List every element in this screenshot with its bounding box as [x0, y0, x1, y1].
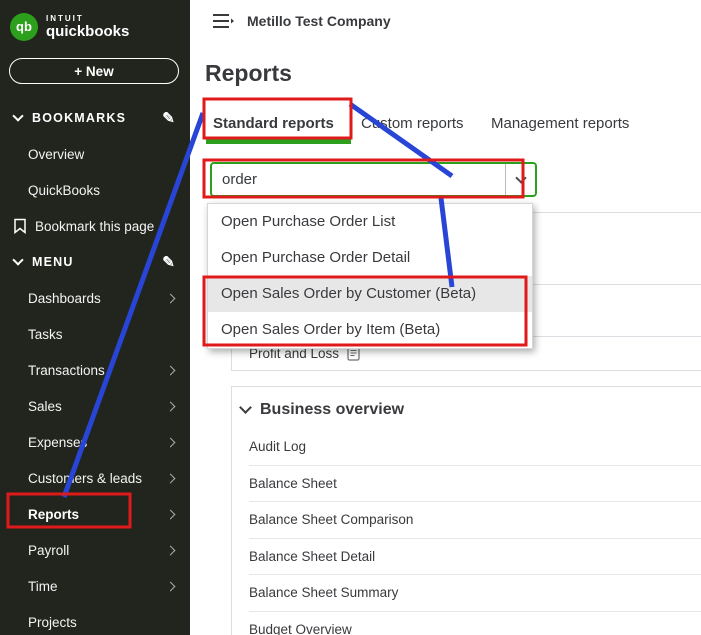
- business-overview-list: Audit Log Balance Sheet Balance Sheet Co…: [232, 429, 701, 635]
- bookmarks-section-header[interactable]: BOOKMARKS ✎: [0, 100, 190, 136]
- sidebar-item-label: Overview: [28, 147, 84, 162]
- chevron-down-icon: [12, 110, 23, 121]
- sidebar-item-label: Customers & leads: [28, 471, 142, 486]
- chevron-down-icon: [239, 401, 252, 414]
- page-title: Reports: [205, 60, 292, 87]
- sidebar-item-expenses[interactable]: Expenses: [0, 424, 190, 460]
- menu-section-header[interactable]: MENU ✎: [0, 244, 190, 280]
- sidebar-item-tasks[interactable]: Tasks: [0, 316, 190, 352]
- brand-intuit-label: INTUIT: [46, 15, 129, 23]
- tab-custom-reports[interactable]: Custom reports: [361, 115, 464, 132]
- business-overview-title: Business overview: [260, 401, 404, 419]
- active-tab-underline: [206, 139, 351, 144]
- sidebar-item-dashboards[interactable]: Dashboards: [0, 280, 190, 316]
- business-overview-header[interactable]: Business overview: [232, 397, 701, 423]
- sidebar-item-label: Payroll: [28, 543, 69, 558]
- edit-pencil-icon[interactable]: ✎: [162, 111, 176, 126]
- report-link-audit-log[interactable]: Audit Log: [249, 429, 701, 466]
- sidebar-item-label: Reports: [28, 507, 79, 522]
- sidebar-item-payroll[interactable]: Payroll: [0, 532, 190, 568]
- dropdown-option-open-purchase-order-detail[interactable]: Open Purchase Order Detail: [208, 240, 532, 276]
- report-link-budget-overview[interactable]: Budget Overview: [249, 612, 701, 635]
- edit-pencil-icon[interactable]: ✎: [162, 255, 176, 270]
- sidebar-item-label: Expenses: [28, 435, 87, 450]
- report-link-balance-sheet-summary[interactable]: Balance Sheet Summary: [249, 575, 701, 612]
- report-search-input[interactable]: order: [210, 162, 537, 197]
- dropdown-option-open-sales-order-by-item[interactable]: Open Sales Order by Item (Beta): [208, 312, 532, 348]
- sidebar-item-projects[interactable]: Projects: [0, 604, 190, 635]
- sidebar-item-label: Dashboards: [28, 291, 101, 306]
- combobox-arrow-button[interactable]: [505, 164, 535, 195]
- sidebar-item-overview[interactable]: Overview: [0, 136, 190, 172]
- chevron-down-icon: [515, 172, 526, 183]
- chevron-down-icon: [12, 254, 23, 265]
- new-button[interactable]: + New: [9, 58, 179, 84]
- sidebar: qb INTUIT quickbooks + New BOOKMARKS ✎ O…: [0, 0, 190, 635]
- chevron-right-icon: [166, 365, 176, 375]
- brand-text: INTUIT quickbooks: [46, 15, 129, 39]
- dropdown-option-open-purchase-order-list[interactable]: Open Purchase Order List: [208, 204, 532, 240]
- sidebar-item-transactions[interactable]: Transactions: [0, 352, 190, 388]
- brand-product-label: quickbooks: [46, 24, 129, 39]
- chevron-right-icon: [166, 581, 176, 591]
- sidebar-item-sales[interactable]: Sales: [0, 388, 190, 424]
- chevron-right-icon: [166, 437, 176, 447]
- report-search-value: order: [212, 171, 257, 188]
- report-link-balance-sheet[interactable]: Balance Sheet: [249, 466, 701, 503]
- sidebar-item-label: Sales: [28, 399, 62, 414]
- report-link-balance-sheet-comparison[interactable]: Balance Sheet Comparison: [249, 502, 701, 539]
- qb-logo-icon: qb: [10, 13, 38, 41]
- app-window: qb INTUIT quickbooks + New BOOKMARKS ✎ O…: [0, 0, 701, 635]
- chevron-right-icon: [166, 401, 176, 411]
- sidebar-item-label: Transactions: [28, 363, 105, 378]
- sidebar-item-label: Projects: [28, 615, 77, 630]
- company-name: Metillo Test Company: [247, 13, 391, 29]
- sidebar-item-label: QuickBooks: [28, 183, 100, 198]
- list-separator: [533, 284, 701, 285]
- sidebar-item-label: Tasks: [28, 327, 63, 342]
- bookmark-icon: [13, 218, 27, 234]
- quickbooks-logo: qb INTUIT quickbooks: [0, 0, 190, 44]
- sidebar-item-reports[interactable]: Reports: [0, 496, 190, 532]
- collapse-menu-icon[interactable]: [212, 13, 234, 29]
- sidebar-item-customers-leads[interactable]: Customers & leads: [0, 460, 190, 496]
- tab-management-reports[interactable]: Management reports: [491, 115, 629, 132]
- list-separator: [533, 212, 701, 213]
- dropdown-option-open-sales-order-by-customer[interactable]: Open Sales Order by Customer (Beta): [208, 276, 532, 312]
- bookmark-this-page-label: Bookmark this page: [35, 219, 154, 234]
- sidebar-item-time[interactable]: Time: [0, 568, 190, 604]
- bookmark-this-page-button[interactable]: Bookmark this page: [0, 208, 190, 244]
- chevron-right-icon: [166, 473, 176, 483]
- report-link-balance-sheet-detail[interactable]: Balance Sheet Detail: [249, 539, 701, 576]
- sidebar-item-quickbooks[interactable]: QuickBooks: [0, 172, 190, 208]
- chevron-right-icon: [166, 509, 176, 519]
- chevron-right-icon: [166, 293, 176, 303]
- menu-header-label: MENU: [32, 255, 74, 269]
- business-overview-section: Business overview Audit Log Balance Shee…: [231, 386, 701, 635]
- search-results-dropdown: Open Purchase Order List Open Purchase O…: [207, 203, 533, 349]
- sidebar-item-label: Time: [28, 579, 58, 594]
- tab-standard-reports[interactable]: Standard reports: [213, 115, 334, 132]
- bookmarks-header-label: BOOKMARKS: [32, 111, 126, 125]
- chevron-right-icon: [166, 545, 176, 555]
